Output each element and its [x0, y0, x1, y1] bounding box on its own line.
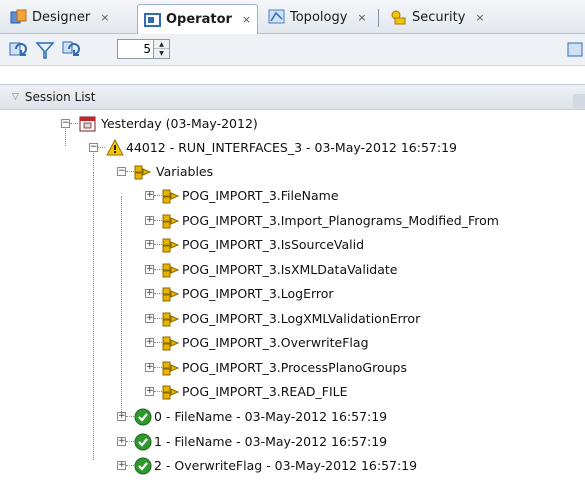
tree-node-date[interactable]: − Yesterday (03-May-2012) — [0, 112, 585, 136]
variable-row[interactable]: + POG_IMPORT_3.IsXMLDataValidate — [0, 258, 585, 282]
tab-label: Designer — [32, 9, 91, 25]
expand-toggle[interactable]: + — [145, 362, 154, 372]
tree-connector — [126, 440, 134, 442]
close-icon[interactable]: × — [357, 11, 366, 24]
tree-connector — [98, 147, 105, 148]
filter-icon[interactable] — [35, 40, 55, 60]
variable-label: POG_IMPORT_3.IsXMLDataValidate — [182, 261, 398, 277]
variable-label: POG_IMPORT_3.FileName — [182, 188, 339, 203]
success-check-icon — [134, 433, 152, 450]
variable-icon — [162, 361, 180, 375]
stepper-down-button[interactable]: ▼ — [154, 49, 169, 58]
variable-row[interactable]: + POG_IMPORT_3.LogError — [0, 282, 585, 306]
collapse-toggle[interactable]: − — [89, 143, 98, 152]
tab-label: Operator — [166, 12, 232, 27]
collapse-toggle[interactable]: − — [117, 167, 126, 176]
variable-icon — [162, 312, 180, 326]
expand-toggle[interactable]: + — [145, 387, 154, 396]
tree-connector — [70, 123, 78, 124]
variable-row[interactable]: + POG_IMPORT_3.IsSourceValid — [0, 233, 585, 257]
tab-label: Security — [412, 9, 466, 25]
tree-node-variables[interactable]: − Variables — [0, 160, 585, 184]
refresh-all-icon[interactable] — [62, 40, 82, 60]
variable-row[interactable]: + POG_IMPORT_3.READ_FILE — [0, 380, 585, 404]
variables-folder-icon — [134, 165, 152, 180]
calendar-icon — [79, 116, 96, 132]
tree-connector — [126, 171, 134, 172]
collapse-toggle[interactable]: − — [61, 119, 70, 128]
warning-icon — [106, 139, 124, 156]
variable-icon — [162, 336, 180, 351]
operator-icon — [144, 12, 161, 27]
stepper-up-button[interactable]: ▲ — [154, 40, 169, 49]
section-title: Session List — [24, 90, 96, 104]
variable-row[interactable]: + POG_IMPORT_3.ProcessPlanoGroups — [0, 356, 585, 380]
variable-label: POG_IMPORT_3.Import_Planograms_Modified_… — [182, 212, 499, 228]
step-row[interactable]: +0 - FileName - 03-May-2012 16:57:19 — [0, 405, 585, 429]
variable-row[interactable]: + POG_IMPORT_3.LogXMLValidationError — [0, 307, 585, 331]
collapse-triangle-icon[interactable]: ▽ — [12, 92, 19, 102]
expand-toggle[interactable]: + — [145, 338, 154, 347]
expand-toggle[interactable]: + — [145, 313, 154, 323]
variable-label: POG_IMPORT_3.READ_FILE — [182, 384, 348, 399]
variable-icon — [162, 385, 180, 400]
variable-label: POG_IMPORT_3.OverwriteFlag — [182, 335, 369, 350]
variable-row[interactable]: + POG_IMPORT_3.OverwriteFlag — [0, 331, 585, 355]
session-label: 44012 - RUN_INTERFACES_3 - 03-May-2012 1… — [126, 140, 457, 155]
variable-label: POG_IMPORT_3.ProcessPlanoGroups — [182, 359, 407, 375]
tree-connector — [126, 465, 134, 466]
new-session-icon[interactable] — [566, 40, 585, 60]
header-scroll-edge — [573, 94, 585, 108]
session-count-input[interactable] — [118, 40, 155, 58]
tab-label: Topology — [290, 9, 348, 25]
close-icon[interactable]: × — [475, 11, 484, 24]
variable-label: POG_IMPORT_3.LogXMLValidationError — [182, 310, 421, 326]
success-check-icon — [134, 408, 152, 426]
variable-row[interactable]: + POG_IMPORT_3.FileName — [0, 184, 585, 208]
expand-toggle[interactable]: + — [145, 191, 154, 200]
close-icon[interactable]: × — [100, 11, 109, 24]
tab-topology[interactable]: Topology × — [262, 5, 373, 29]
variable-icon — [162, 263, 180, 277]
refresh-icon[interactable] — [8, 40, 28, 60]
variable-icon — [162, 214, 180, 228]
step-row[interactable]: +1 - FileName - 03-May-2012 16:57:19 — [0, 430, 585, 454]
variable-label: POG_IMPORT_3.IsSourceValid — [182, 237, 365, 252]
variable-row[interactable]: + POG_IMPORT_3.Import_Planograms_Modified… — [0, 209, 585, 233]
step-row[interactable]: +2 - OverwriteFlag - 03-May-2012 16:57:1… — [0, 454, 585, 478]
session-tree: − Yesterday (03-May-2012) − 44012 - RUN_… — [0, 110, 585, 498]
session-count-stepper[interactable]: ▲ ▼ — [117, 39, 170, 59]
tree-connector — [126, 416, 134, 417]
variable-label: POG_IMPORT_3.LogError — [182, 286, 334, 301]
step-label: 1 - FileName - 03-May-2012 16:57:19 — [154, 433, 388, 449]
expand-toggle[interactable]: + — [117, 436, 126, 446]
step-label: 0 - FileName - 03-May-2012 16:57:19 — [154, 409, 388, 424]
tab-security[interactable]: Security × — [384, 5, 491, 29]
variable-icon — [162, 238, 180, 253]
security-icon — [391, 10, 406, 25]
variable-icon — [162, 189, 180, 204]
tree-node-session[interactable]: − 44012 - RUN_INTERFACES_3 - 03-May-2012… — [0, 136, 585, 160]
expand-toggle[interactable]: + — [145, 289, 154, 298]
step-label: 2 - OverwriteFlag - 03-May-2012 16:57:19 — [154, 458, 418, 473]
operator-toolbar: ▲ ▼ — [0, 34, 585, 66]
topology-icon — [268, 9, 285, 24]
expand-toggle[interactable]: + — [117, 412, 126, 421]
tab-designer[interactable]: Designer × — [4, 5, 115, 29]
variables-label: Variables — [156, 164, 214, 179]
tab-operator[interactable]: Operator × — [137, 4, 259, 34]
variable-icon — [162, 287, 180, 302]
tab-divider — [378, 9, 379, 27]
stepper-buttons: ▲ ▼ — [153, 40, 169, 58]
designer-icon — [10, 9, 27, 24]
expand-toggle[interactable]: + — [145, 240, 154, 249]
expand-toggle[interactable]: + — [145, 215, 154, 225]
expand-toggle[interactable]: + — [117, 461, 126, 470]
session-list-header[interactable]: ▽ Session List — [0, 84, 585, 110]
expand-toggle[interactable]: + — [145, 264, 154, 274]
close-icon[interactable]: × — [242, 13, 251, 26]
date-label: Yesterday (03-May-2012) — [101, 116, 258, 131]
success-check-icon — [134, 457, 152, 475]
editor-tab-bar: Designer × Operator × Topology × Securit… — [0, 0, 585, 34]
